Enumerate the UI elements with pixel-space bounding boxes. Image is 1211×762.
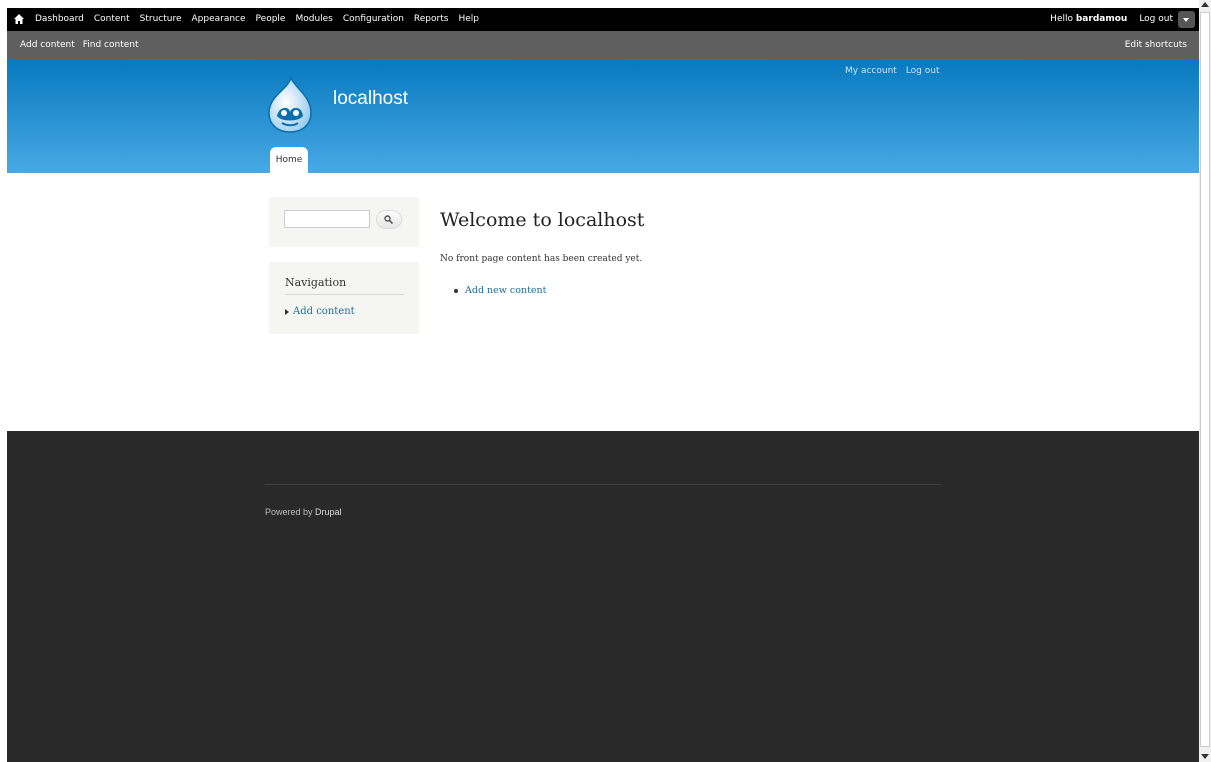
search-block — [269, 197, 419, 247]
magnifier-icon — [384, 215, 393, 224]
nav-item-add-content[interactable]: Add content — [285, 306, 355, 317]
home-icon[interactable] — [14, 14, 24, 24]
scroll-up-icon[interactable] — [1201, 2, 1209, 7]
navigation-block: Navigation Add content — [269, 262, 419, 334]
bullet-icon — [454, 288, 458, 293]
page-title: Welcome to localhost — [440, 209, 645, 231]
edit-shortcuts-link[interactable]: Edit shortcuts — [1125, 40, 1187, 50]
toolbar-user: Hello bardamou Log out — [1050, 8, 1173, 31]
scrollbar-thumb[interactable] — [1200, 12, 1210, 747]
shortcut-find-content[interactable]: Find content — [83, 31, 139, 59]
username-link[interactable]: bardamou — [1076, 14, 1127, 24]
arrow-right-icon — [285, 308, 289, 315]
tab-home[interactable]: Home — [270, 147, 308, 173]
powered-by-text: Powered by — [265, 507, 313, 517]
browser-viewport: Dashboard Content Structure Appearance P… — [7, 8, 1199, 762]
toolbar-item-modules[interactable]: Modules — [295, 8, 332, 31]
nav-item-label: Add content — [293, 306, 355, 317]
add-new-content-item[interactable]: Add new content — [454, 285, 546, 296]
site-name[interactable]: localhost — [333, 88, 408, 110]
divider — [265, 484, 941, 485]
intro-text: No front page content has been created y… — [440, 254, 643, 264]
drupal-logo-icon[interactable] — [265, 76, 315, 134]
shortcut-add-content[interactable]: Add content — [20, 31, 75, 59]
greeting: Hello bardamou — [1050, 8, 1127, 31]
greeting-hello: Hello — [1050, 14, 1073, 24]
toolbar-item-dashboard[interactable]: Dashboard — [35, 8, 84, 31]
navigation-title: Navigation — [285, 276, 347, 289]
divider — [285, 294, 404, 295]
search-input[interactable] — [284, 210, 370, 228]
toolbar-item-reports[interactable]: Reports — [414, 8, 449, 31]
admin-menu: Dashboard Content Structure Appearance P… — [35, 8, 479, 31]
my-account-link[interactable]: My account — [845, 66, 897, 76]
search-button[interactable] — [376, 210, 402, 229]
toolbar-item-appearance[interactable]: Appearance — [192, 8, 246, 31]
toolbar-item-content[interactable]: Content — [94, 8, 130, 31]
toolbar-item-configuration[interactable]: Configuration — [343, 8, 404, 31]
toolbar-item-structure[interactable]: Structure — [140, 8, 182, 31]
powered-by: Powered by Drupal — [265, 507, 342, 517]
toolbar-item-help[interactable]: Help — [458, 8, 479, 31]
scroll-down-icon[interactable] — [1201, 754, 1209, 759]
toolbar-logout-link[interactable]: Log out — [1139, 8, 1173, 31]
add-new-content-link[interactable]: Add new content — [465, 285, 546, 296]
site-footer: Powered by Drupal — [7, 431, 1199, 762]
shortcut-bar: Add content Find content Edit shortcuts — [7, 31, 1199, 59]
chevron-down-icon[interactable] — [1178, 11, 1195, 28]
toolbar-item-people[interactable]: People — [256, 8, 286, 31]
secondary-menu: My account Log out — [845, 66, 940, 76]
site-header: localhost My account Log out Home — [7, 59, 1199, 173]
drupal-link[interactable]: Drupal — [315, 507, 342, 517]
admin-toolbar: Dashboard Content Structure Appearance P… — [7, 8, 1199, 31]
header-logout-link[interactable]: Log out — [906, 66, 940, 76]
vertical-scrollbar[interactable] — [1199, 0, 1211, 762]
